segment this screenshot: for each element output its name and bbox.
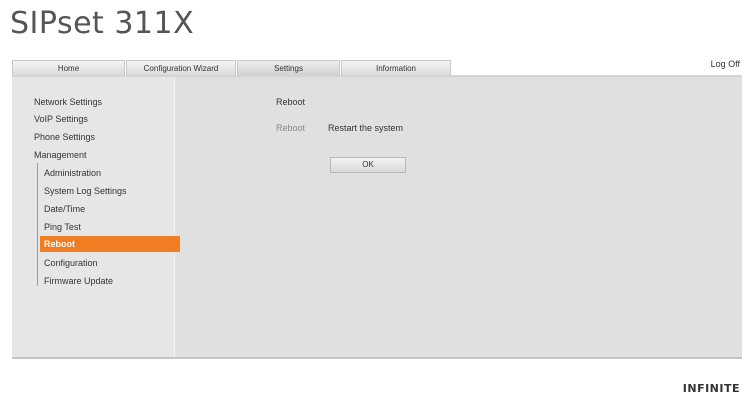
reboot-row-label: Reboot xyxy=(276,123,306,133)
sidebar: Network Settings VoIP Settings Phone Set… xyxy=(12,77,180,357)
brand-title: SIPset 311X xyxy=(10,6,195,41)
sidebar-item-management[interactable]: Management xyxy=(34,150,87,160)
ok-button[interactable]: OK xyxy=(330,157,406,173)
main-panel: Network Settings VoIP Settings Phone Set… xyxy=(12,77,742,359)
sidebar-item-phone-settings[interactable]: Phone Settings xyxy=(34,132,95,142)
sidebar-subitem-configuration[interactable]: Configuration xyxy=(44,258,98,268)
tab-configuration-wizard[interactable]: Configuration Wizard xyxy=(126,60,236,75)
tab-home[interactable]: Home xyxy=(12,60,125,75)
submenu-tree-line xyxy=(37,163,38,286)
sidebar-subitem-ping-test[interactable]: Ping Test xyxy=(44,222,81,232)
sidebar-item-network-settings[interactable]: Network Settings xyxy=(34,97,102,107)
section-title: Reboot xyxy=(276,97,306,107)
tab-settings[interactable]: Settings xyxy=(237,60,340,75)
sidebar-subitem-reboot[interactable]: Reboot xyxy=(40,236,180,252)
tab-information[interactable]: Information xyxy=(341,60,451,75)
content-area: Reboot Reboot Restart the system OK xyxy=(174,77,742,357)
sidebar-subitem-firmware-update[interactable]: Firmware Update xyxy=(44,276,113,286)
sidebar-subitem-date-time[interactable]: Date/Time xyxy=(44,204,85,214)
sidebar-item-voip-settings[interactable]: VoIP Settings xyxy=(34,114,88,124)
infinite-logo: INFINITE xyxy=(682,382,740,395)
reboot-row-description: Restart the system xyxy=(328,123,404,133)
logoff-link[interactable]: Log Off xyxy=(711,59,740,69)
sidebar-subitem-system-log-settings[interactable]: System Log Settings xyxy=(44,186,127,196)
sidebar-subitem-administration[interactable]: Administration xyxy=(44,168,101,178)
